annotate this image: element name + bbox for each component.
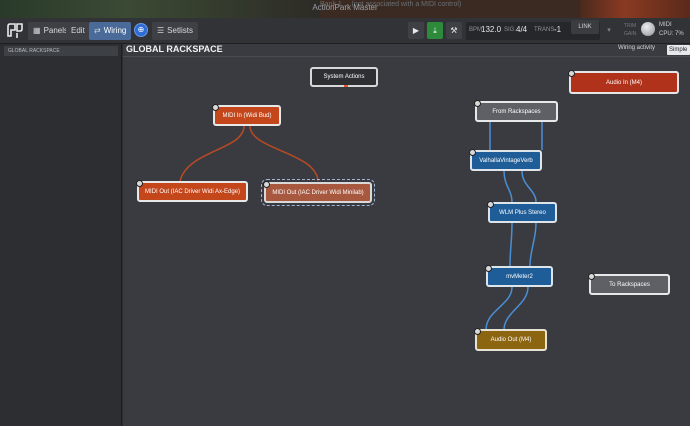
from-rackspaces-block[interactable]: From Rackspaces (474, 100, 558, 122)
block-label: WLM Plus Stereo (499, 209, 546, 216)
wlm-plus-stereo-block[interactable]: WLM Plus Stereo (487, 201, 557, 223)
block-label: From Rackspaces (492, 108, 541, 115)
plugin-pin-icon (469, 149, 476, 156)
block-label: Audio Out (M4) (490, 337, 532, 343)
midi-in-block[interactable]: MIDI In (Widi Bud) (212, 104, 281, 126)
plugin-pin-icon (588, 273, 595, 280)
valhalla-vintage-verb-block[interactable]: ValhallaVintageVerb (469, 149, 542, 171)
midi-out-ax-edge-block[interactable]: MIDI Out (IAC Driver Widi Ax-Edge) (136, 180, 248, 202)
plugin-pin-icon (474, 328, 481, 335)
connection-wires (179, 122, 543, 331)
system-actions-block[interactable]: System Actions (310, 67, 378, 87)
plugin-pin-icon (568, 70, 575, 77)
output-port[interactable] (344, 85, 348, 87)
block-label: To Rackspaces (609, 281, 650, 288)
wire-valhalla-to-wlm-left[interactable] (503, 170, 513, 203)
plugin-pin-icon (212, 104, 219, 111)
plugin-pin-icon (136, 180, 143, 187)
plugin-pin-icon (485, 265, 492, 272)
block-label: ValhallaVintageVerb (479, 157, 533, 164)
wire-wlm-to-meter-left[interactable] (509, 222, 513, 267)
audio-in-block[interactable]: Audio In (M4) (568, 70, 679, 94)
plugin-pin-icon (474, 100, 481, 107)
wire-meter-to-audio-out-right[interactable] (503, 286, 529, 331)
block-label: System Actions (323, 74, 365, 80)
block-label: mvMeter2 (506, 273, 533, 280)
gig-performer-window: Bank 1 ... (not associated with a MIDI c… (0, 0, 690, 426)
wire-valhalla-to-wlm-right[interactable] (521, 170, 537, 203)
block-label: MIDI In (Widi Bud) (222, 112, 272, 119)
wire-midi-in-to-ax-edge[interactable] (179, 125, 245, 182)
wire-meter-to-audio-out-left[interactable] (485, 286, 513, 331)
plugin-pin-icon (263, 181, 270, 188)
midi-out-minilab-block[interactable]: MIDI Out (IAC Driver Widi Minilab) (261, 179, 375, 206)
wire-wlm-to-meter-right[interactable] (529, 222, 537, 267)
mvmeter2-block[interactable]: mvMeter2 (485, 265, 553, 287)
block-label: MIDI Out (IAC Driver Widi Minilab) (272, 189, 364, 196)
wire-midi-in-to-minilab[interactable] (249, 125, 319, 182)
plugin-pin-icon (487, 201, 494, 208)
block-label: Audio In (M4) (605, 79, 642, 86)
to-rackspaces-block[interactable]: To Rackspaces (588, 273, 670, 295)
block-label: MIDI Out (IAC Driver Widi Ax-Edge) (144, 188, 240, 195)
audio-out-block[interactable]: Audio Out (M4) (474, 328, 547, 351)
